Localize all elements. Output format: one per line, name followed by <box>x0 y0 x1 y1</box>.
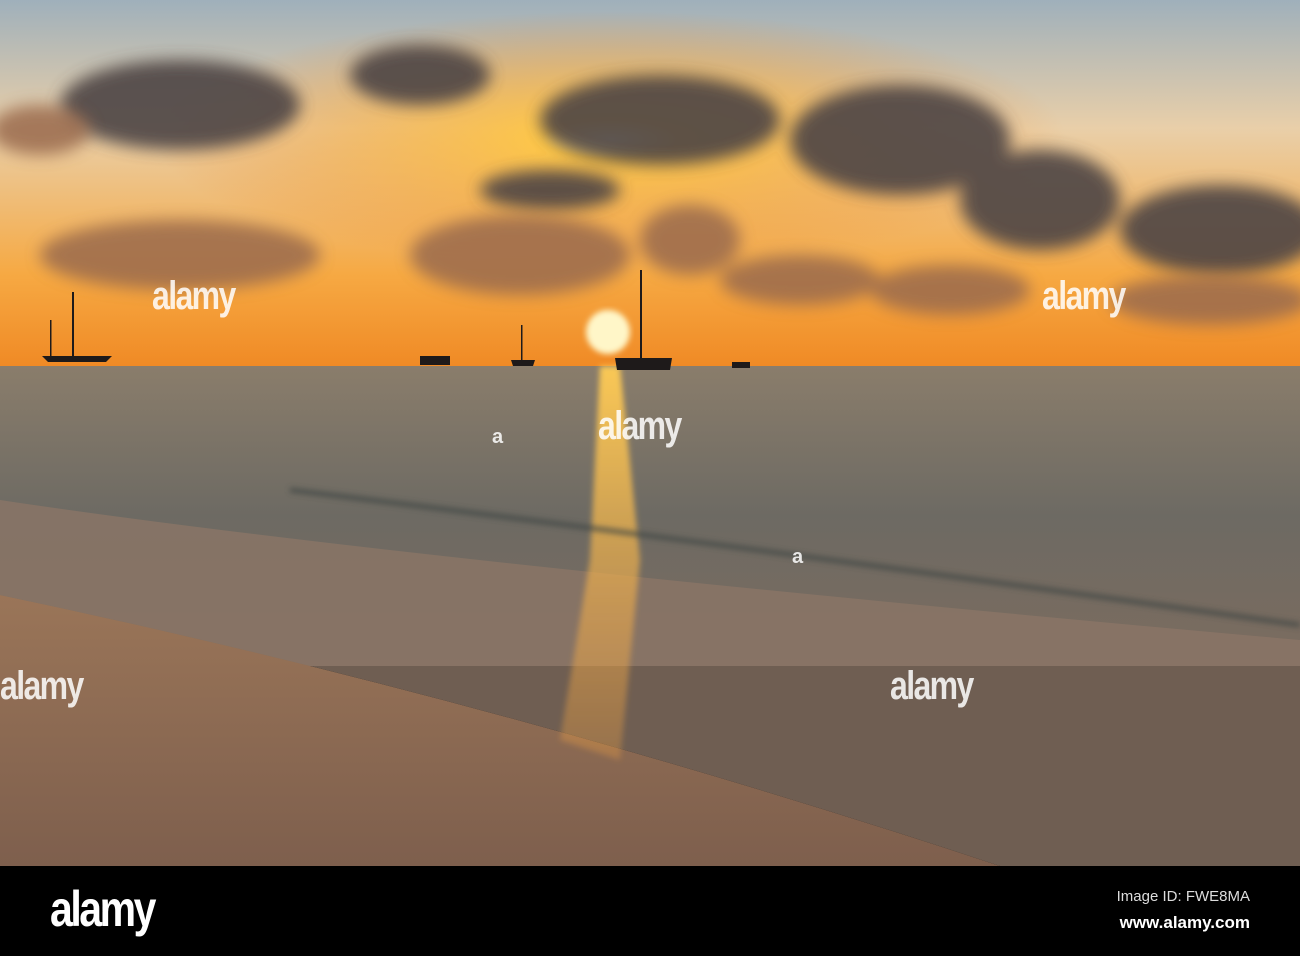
sailboat-left <box>42 356 112 362</box>
catamaran <box>615 358 672 370</box>
watermark-dot: a <box>792 546 804 568</box>
alamy-logo: alamy <box>50 881 156 937</box>
watermark-logo: alamy <box>1042 274 1126 318</box>
watermark-logo: alamy <box>598 404 682 448</box>
watermark-dot: a <box>492 426 504 448</box>
photo-frame: alamy alamy alamy alamy alamy a a alamy … <box>0 0 1300 956</box>
watermark-logo: alamy <box>152 274 236 318</box>
watermark-logo: alamy <box>890 664 974 708</box>
image-id: Image ID: FWE8MA <box>1116 888 1250 905</box>
site-url: www.alamy.com <box>1119 913 1250 932</box>
watermark-bar: alamy Image ID: FWE8MA www.alamy.com <box>0 866 1300 956</box>
watermark-logo: alamy <box>0 664 84 708</box>
boat <box>420 356 450 365</box>
sun <box>586 310 630 354</box>
